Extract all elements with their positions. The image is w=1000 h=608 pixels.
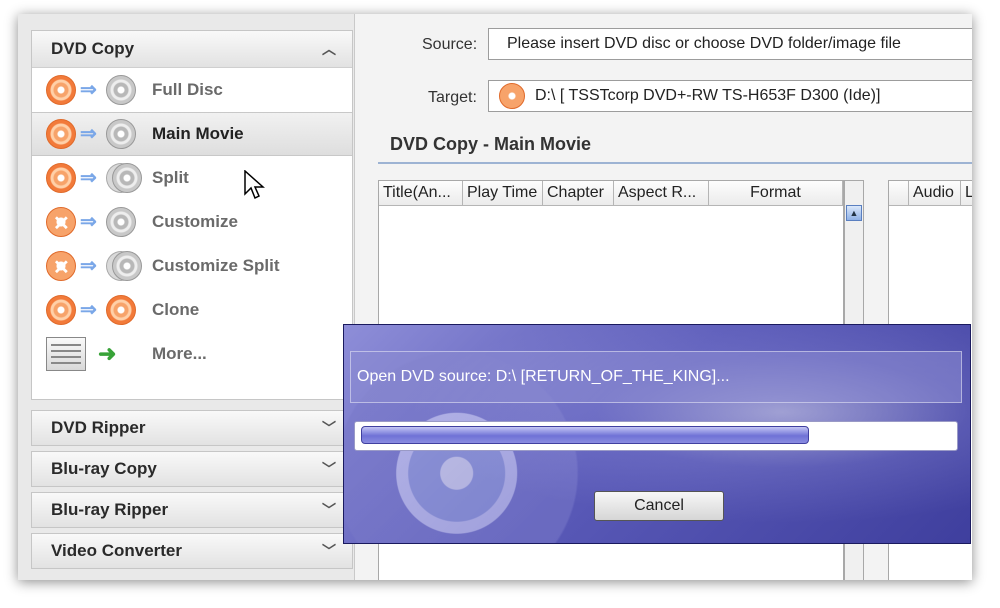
- menu-item-label: More...: [152, 344, 207, 363]
- target-field[interactable]: D:\ [ TSSTcorp DVD+-RW TS-H653F D300 (Id…: [488, 80, 972, 112]
- menu-item-customize[interactable]: ⇒ Customize: [32, 200, 352, 244]
- bluray-ripper-section[interactable]: Blu-ray Ripper ﹀: [31, 492, 353, 528]
- column-header-blank: [889, 181, 909, 205]
- dialog-message-box: Open DVD source: D:\ [RETURN_OF_THE_KING…: [350, 351, 962, 403]
- arrow-right-icon: ⇒: [80, 79, 97, 101]
- column-header[interactable]: Audio: [909, 181, 961, 205]
- target-label: Target:: [428, 89, 477, 106]
- progress-fill: [361, 426, 810, 444]
- cancel-button[interactable]: Cancel: [594, 491, 724, 521]
- menu-item-label: Clone: [152, 300, 200, 319]
- chevron-up-icon: ︿: [322, 41, 336, 57]
- customize-icon: ⇒: [46, 207, 152, 237]
- menu-item-customize-split[interactable]: ⇒ Customize Split: [32, 244, 352, 288]
- chevron-down-icon: ﹀: [322, 420, 336, 436]
- disc-custom-icon: [46, 207, 76, 237]
- disc-custom-icon: [46, 251, 76, 281]
- chevron-down-icon: ﹀: [322, 502, 336, 518]
- target-value: D:\ [ TSSTcorp DVD+-RW TS-H653F D300 (Id…: [535, 87, 881, 104]
- disc-icon: [46, 119, 76, 149]
- video-converter-section[interactable]: Video Converter ﹀: [31, 533, 353, 569]
- progress-dialog: Open DVD source: D:\ [RETURN_OF_THE_KING…: [343, 324, 971, 544]
- dvd-copy-title: DVD Copy: [51, 39, 135, 58]
- left-panel: DVD Copy ︿ ⇒ Full Disc ⇒ Main Movie ⇒ Sp…: [18, 14, 355, 580]
- column-header[interactable]: Aspect R...: [614, 181, 709, 205]
- source-field[interactable]: Please insert DVD disc or choose DVD fol…: [488, 28, 972, 60]
- chevron-down-icon: ﹀: [322, 543, 336, 559]
- chevron-down-icon: ﹀: [322, 461, 336, 477]
- disc-icon: [46, 75, 76, 105]
- mouse-cursor-icon: [244, 170, 265, 200]
- bluray-copy-header[interactable]: Blu-ray Copy ﹀: [32, 452, 352, 486]
- arrow-right-icon: ⇒: [80, 123, 97, 145]
- menu-item-more[interactable]: ➜ More...: [32, 332, 352, 376]
- source-value: Please insert DVD disc or choose DVD fol…: [507, 35, 901, 52]
- dvd-copy-section: DVD Copy ︿ ⇒ Full Disc ⇒ Main Movie ⇒ Sp…: [31, 30, 353, 400]
- arrow-right-icon: ⇒: [80, 255, 97, 277]
- menu-item-label: Split: [152, 168, 189, 187]
- menu-item-label: Main Movie: [152, 124, 244, 143]
- column-header[interactable]: Format: [709, 181, 843, 205]
- source-label: Source:: [422, 36, 478, 53]
- dvd-ripper-header[interactable]: DVD Ripper ﹀: [32, 411, 352, 445]
- column-header[interactable]: L: [961, 181, 972, 205]
- disc-icon: [106, 207, 136, 237]
- menu-item-label: Customize: [152, 212, 238, 231]
- column-header[interactable]: Title(An...: [379, 181, 463, 205]
- green-arrow-icon: ➜: [98, 341, 117, 366]
- disc-stack-icon: [112, 251, 142, 281]
- disc-icon: [46, 163, 76, 193]
- disc-stack-icon: [112, 163, 142, 193]
- arrow-right-icon: ⇒: [80, 299, 97, 321]
- disc-icon: [499, 83, 525, 109]
- full-disc-icon: ⇒: [46, 75, 152, 105]
- progress-bar: [354, 421, 958, 451]
- section-title: Blu-ray Copy: [51, 459, 157, 478]
- dialog-message: Open DVD source: D:\ [RETURN_OF_THE_KING…: [357, 368, 730, 385]
- more-icon-group: ➜: [46, 337, 152, 371]
- scroll-up-icon[interactable]: ▲: [846, 205, 862, 221]
- section-title: Video Converter: [51, 541, 183, 560]
- section-title: Blu-ray Ripper: [51, 500, 169, 519]
- main-movie-icon: ⇒: [46, 119, 152, 149]
- section-divider: [378, 162, 972, 164]
- section-title: DVD Ripper: [51, 418, 146, 437]
- disc-icon: [46, 295, 76, 325]
- dvd-ripper-section[interactable]: DVD Ripper ﹀: [31, 410, 353, 446]
- table-header: Title(An... Play Time Chapter Aspect R..…: [379, 181, 843, 206]
- arrow-right-icon: ⇒: [80, 211, 97, 233]
- arrow-right-icon: ⇒: [80, 167, 97, 189]
- disc-icon: [106, 295, 136, 325]
- customize-split-icon: ⇒: [46, 251, 152, 281]
- column-header[interactable]: Play Time: [463, 181, 543, 205]
- menu-item-label: Customize Split: [152, 256, 280, 275]
- bluray-ripper-header[interactable]: Blu-ray Ripper ﹀: [32, 493, 352, 527]
- video-converter-header[interactable]: Video Converter ﹀: [32, 534, 352, 568]
- menu-item-split[interactable]: ⇒ Split: [32, 156, 352, 200]
- menu-item-clone[interactable]: ⇒ Clone: [32, 288, 352, 332]
- menu-item-full-disc[interactable]: ⇒ Full Disc: [32, 68, 352, 112]
- disc-icon: [106, 119, 136, 149]
- column-header[interactable]: Chapter: [543, 181, 614, 205]
- dvd-copy-header[interactable]: DVD Copy ︿: [32, 31, 352, 68]
- bluray-copy-section[interactable]: Blu-ray Copy ﹀: [31, 451, 353, 487]
- menu-item-main-movie[interactable]: ⇒ Main Movie: [32, 112, 352, 156]
- disc-icon: [106, 75, 136, 105]
- clone-icon: ⇒: [46, 295, 152, 325]
- section-title: DVD Copy - Main Movie: [390, 134, 592, 154]
- app-window: DVD Copy ︿ ⇒ Full Disc ⇒ Main Movie ⇒ Sp…: [18, 14, 972, 580]
- split-icon: ⇒: [46, 163, 152, 193]
- list-icon: [46, 337, 86, 371]
- menu-item-label: Full Disc: [152, 80, 223, 99]
- table-header: Audio L: [889, 181, 972, 206]
